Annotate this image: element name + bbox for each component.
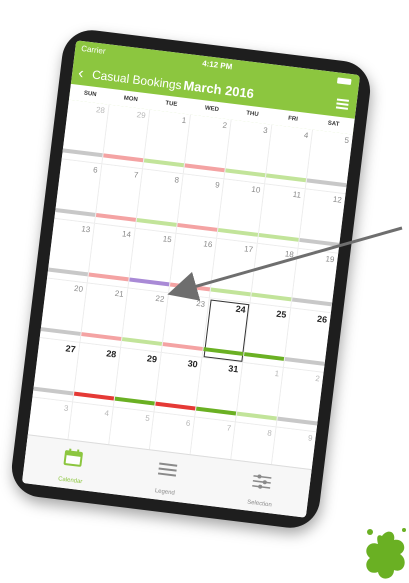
booking-bar-booked-light (162, 342, 203, 351)
booking-bar-available-dark (196, 406, 237, 416)
day-cell[interactable]: 2 (276, 367, 324, 433)
booking-bar-available-light (136, 217, 177, 227)
day-number: 14 (121, 229, 132, 240)
day-number: 6 (185, 418, 191, 428)
booking-bar-booked-light (103, 153, 144, 163)
booking-bar-unavailable (299, 237, 340, 247)
booking-bar-unavailable (62, 148, 103, 158)
day-number: 7 (133, 170, 139, 180)
day-number: 5 (344, 135, 350, 146)
booking-bar-available-dark (203, 347, 244, 356)
day-number: 8 (266, 428, 273, 438)
day-cell[interactable]: 26 (283, 308, 331, 373)
booking-bar-booked-dark (73, 391, 115, 401)
day-number: 28 (105, 348, 117, 360)
tablet-device: Carrier 4:12 PM ‹ Casual Bookings March … (8, 26, 374, 532)
day-number: 1 (274, 368, 280, 379)
list-icon (156, 459, 180, 480)
day-number: 27 (65, 343, 77, 355)
tab-legend[interactable]: Legend (117, 447, 217, 506)
day-number: 20 (73, 283, 84, 294)
sliders-icon (250, 471, 274, 492)
day-number: 6 (92, 165, 99, 175)
back-chevron-icon[interactable]: ‹ (77, 63, 85, 85)
tab-selection[interactable]: Selection (211, 459, 311, 518)
booking-bar-available-light (217, 227, 259, 237)
booking-bar-unavailable (292, 297, 333, 307)
booking-bar-unavailable (47, 267, 89, 277)
day-cell[interactable]: 19 (291, 248, 339, 314)
day-number: 5 (144, 413, 151, 423)
calendar-icon (61, 448, 85, 469)
day-number: 24 (235, 303, 247, 315)
day-number: 28 (95, 105, 106, 116)
booking-bar-booked-light (169, 282, 211, 292)
day-number: 4 (303, 130, 309, 141)
day-number: 26 (316, 313, 328, 325)
day-number: 8 (173, 175, 180, 185)
screenshot-stage: Carrier 4:12 PM ‹ Casual Bookings March … (0, 0, 409, 583)
day-number: 2 (221, 120, 228, 131)
booking-bar-available-light (210, 287, 251, 297)
day-number: 21 (114, 288, 125, 299)
booking-bar-selected (129, 277, 170, 287)
booking-bar-unavailable (55, 207, 96, 217)
booking-bar-booked-light (81, 332, 122, 341)
booking-bar-unavailable (40, 327, 81, 336)
day-number: 29 (136, 110, 147, 121)
tab-label: Legend (154, 488, 176, 497)
booking-bar-available-light (258, 232, 299, 242)
app-screen: Carrier 4:12 PM ‹ Casual Bookings March … (21, 40, 361, 518)
day-number: 16 (202, 239, 213, 250)
day-number: 13 (80, 224, 91, 235)
booking-bar-unavailable (284, 357, 325, 366)
booking-bar-available-dark (114, 396, 155, 406)
booking-bar-available-light (251, 292, 292, 302)
day-number: 3 (262, 125, 269, 136)
day-number: 25 (275, 308, 287, 320)
day-number: 17 (243, 244, 254, 255)
day-cell[interactable]: 12 (298, 189, 346, 254)
day-number: 31 (227, 363, 239, 375)
booking-bar-unavailable (306, 178, 347, 188)
booking-bar-booked-dark (155, 401, 196, 411)
day-number: 2 (314, 373, 321, 384)
booking-bar-available-light (143, 158, 185, 168)
calendar-grid: 28 29 1 2 3 4 5 6 7 8 9 10 11 12 13 14 15 16 17 18 19 20 21 22 2… (25, 99, 353, 492)
booking-bar-booked-light (184, 163, 225, 173)
booking-bar-unavailable (277, 416, 318, 426)
booking-bar-available-light (265, 173, 307, 183)
booking-bar-booked-light (95, 212, 137, 222)
day-number: 29 (146, 353, 158, 365)
booking-bar-booked-light (177, 222, 218, 232)
day-number: 11 (292, 189, 302, 200)
day-number: 4 (104, 408, 110, 418)
day-number: 9 (307, 433, 314, 443)
green-splash-icon (366, 528, 406, 579)
day-number: 10 (250, 184, 261, 195)
booking-bar-available-light (236, 411, 277, 421)
day-number: 12 (332, 194, 343, 205)
day-number: 9 (214, 180, 221, 190)
day-number: 1 (181, 115, 187, 126)
day-number: 18 (284, 249, 295, 260)
day-number: 22 (154, 293, 165, 304)
tab-label: Calendar (57, 476, 83, 486)
day-number: 3 (63, 403, 69, 413)
day-number: 19 (325, 254, 335, 265)
menu-icon[interactable] (335, 98, 350, 110)
booking-bar-available-dark (244, 352, 285, 361)
booking-bar-available-light (121, 337, 163, 346)
day-number: 15 (162, 234, 173, 245)
booking-bar-booked-light (88, 272, 129, 282)
day-number: 7 (226, 423, 232, 433)
page-title: March 2016 (182, 77, 255, 102)
booking-bar-unavailable (33, 386, 74, 396)
booking-bar-available-light (225, 168, 266, 178)
day-cell[interactable]: 5 (305, 129, 353, 195)
day-number: 30 (187, 358, 199, 370)
day-number: 23 (195, 298, 206, 309)
tab-calendar[interactable]: Calendar (22, 435, 122, 494)
tab-label: Selection (246, 499, 273, 509)
